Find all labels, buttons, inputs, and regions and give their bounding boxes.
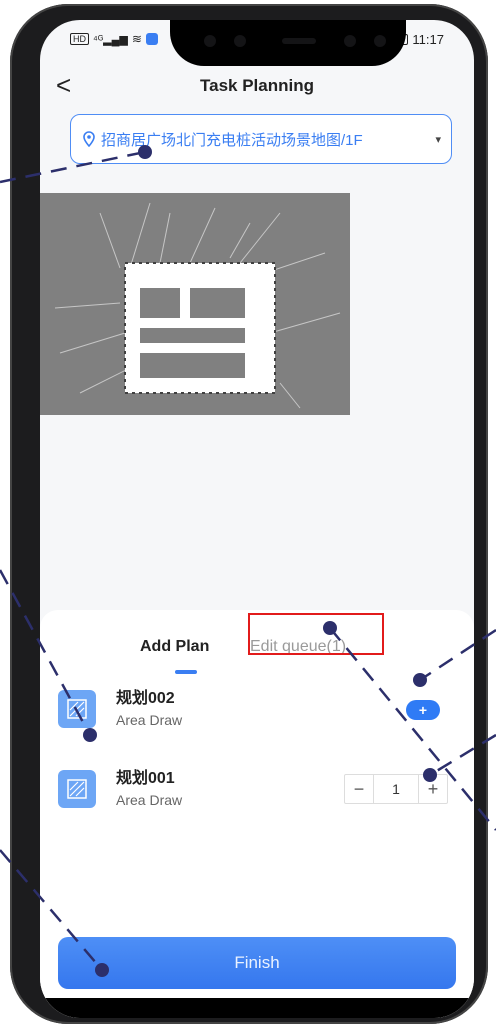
annotation-dot [138, 145, 152, 159]
annotation-overlay [0, 145, 496, 977]
annotation-dot [423, 768, 437, 782]
annotation-dot [323, 621, 337, 635]
annotation-dot [83, 728, 97, 742]
annotation-dot [95, 963, 109, 977]
annotation-dot [413, 673, 427, 687]
